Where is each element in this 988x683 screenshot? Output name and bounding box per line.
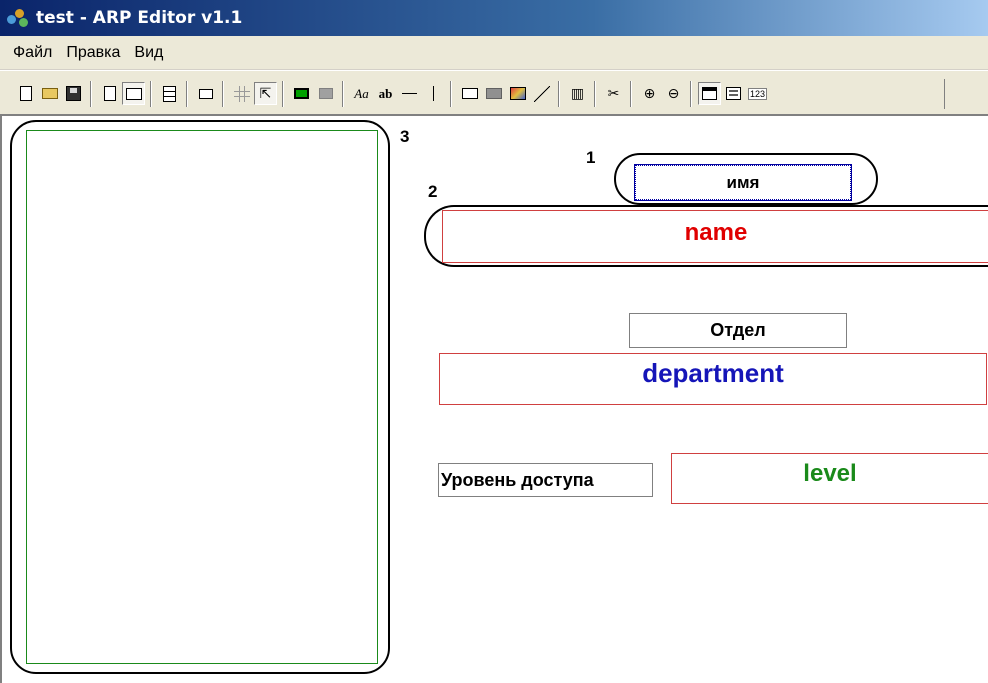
small-rect-icon[interactable] [194, 82, 217, 105]
zoom-in-icon[interactable]: ⊕ [638, 82, 661, 105]
name-label-text: имя [726, 173, 760, 192]
grid-icon[interactable] [230, 82, 253, 105]
name-field-text: name [684, 219, 748, 246]
level-field-text: level [803, 460, 857, 487]
name-label[interactable]: имя [634, 164, 852, 201]
menu-view[interactable]: Вид [127, 42, 170, 64]
app-icon[interactable] [6, 7, 30, 29]
barcode-icon[interactable]: ▥ [566, 82, 589, 105]
page-lines-icon[interactable] [158, 82, 181, 105]
callout-1: 1 [586, 148, 596, 167]
vertical-line-icon[interactable] [422, 82, 445, 105]
department-field[interactable]: department [439, 353, 987, 405]
zoom-out-icon[interactable]: ⊖ [662, 82, 685, 105]
window-icon[interactable] [698, 82, 721, 105]
menu-file[interactable]: Файл [6, 42, 59, 64]
numbering-icon[interactable]: 123 [746, 82, 769, 105]
callout-2: 2 [428, 182, 438, 201]
menu-edit[interactable]: Правка [59, 42, 127, 64]
cut-icon[interactable]: ✂ [602, 82, 625, 105]
rect-outline-icon[interactable] [458, 82, 481, 105]
gray-box-icon[interactable] [314, 82, 337, 105]
rect-filled-icon[interactable] [482, 82, 505, 105]
level-label[interactable]: Уровень доступа [438, 463, 653, 497]
level-label-text: Уровень доступа [441, 470, 594, 490]
new-file-icon[interactable] [14, 82, 37, 105]
green-box-icon[interactable] [290, 82, 313, 105]
card-area[interactable] [26, 130, 378, 664]
department-field-text: department [642, 358, 784, 388]
menu-bar: Файл Правка Вид [0, 36, 988, 70]
window-title: test - ARP Editor v1.1 [36, 8, 243, 28]
picture-icon[interactable] [506, 82, 529, 105]
text-label-icon[interactable]: Aa [350, 82, 373, 105]
callout-3: 3 [400, 127, 410, 146]
properties-icon[interactable] [722, 82, 745, 105]
open-folder-icon[interactable] [38, 82, 61, 105]
text-field-icon[interactable]: ab [374, 82, 397, 105]
name-field[interactable]: name [442, 210, 988, 263]
save-disk-icon[interactable] [62, 82, 85, 105]
page-landscape-icon[interactable] [122, 82, 145, 105]
design-canvas[interactable]: 3 1 2 имя name Отдел department Уровень … [0, 116, 988, 683]
snap-cursor-icon[interactable]: ⇱ [254, 82, 277, 105]
page-portrait-icon[interactable] [98, 82, 121, 105]
toolbar: ⇱ Aa ab ▥ ✂ ⊕ ⊖ 123 [0, 70, 988, 116]
horizontal-line-icon[interactable] [398, 82, 421, 105]
title-bar: test - ARP Editor v1.1 [0, 0, 988, 36]
level-field[interactable]: level [671, 453, 988, 504]
diagonal-line-icon[interactable] [530, 82, 553, 105]
department-label[interactable]: Отдел [629, 313, 847, 348]
department-label-text: Отдел [710, 320, 766, 340]
